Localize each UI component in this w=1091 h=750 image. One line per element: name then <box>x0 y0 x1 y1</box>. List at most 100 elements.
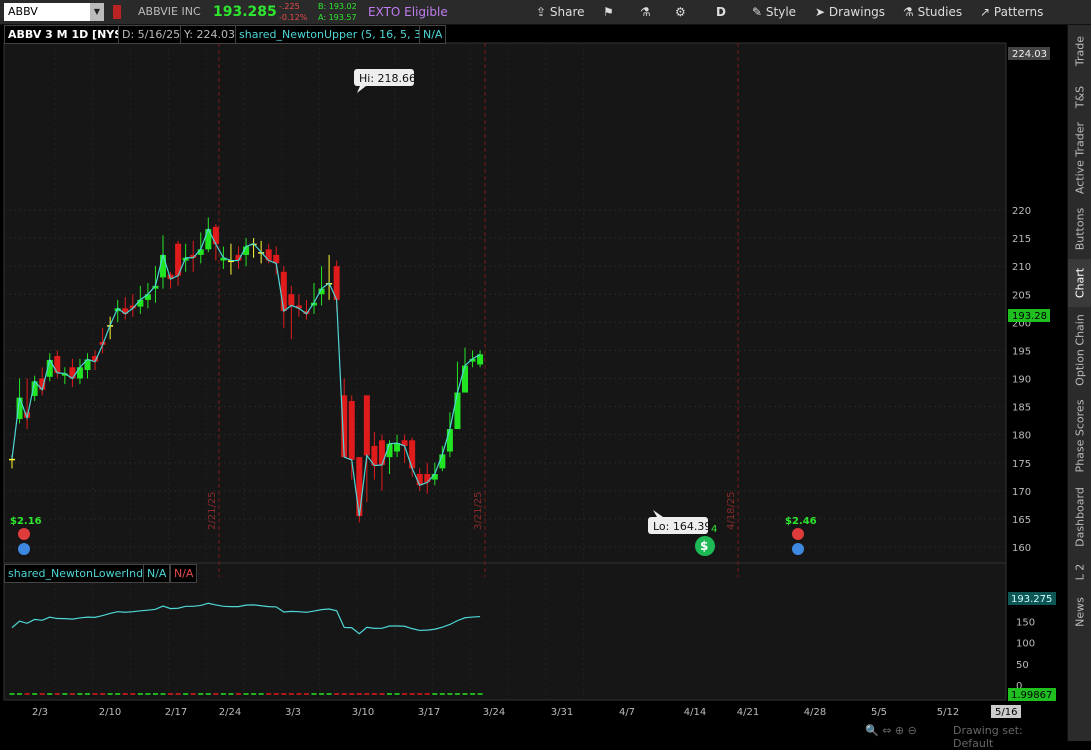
price-tick: 210 <box>1012 262 1031 273</box>
date-axis: 2/3 2/10 2/17 2/24 3/3 3/10 3/17 3/24 3/31 4/7 4/1… <box>32 707 959 718</box>
nav-option-chain[interactable]: Option Chain <box>1068 307 1091 393</box>
event-line-label: 4/18/25 <box>726 491 737 530</box>
current-date-label: 5/16 <box>995 707 1017 718</box>
date-tick: 4/14 <box>684 707 706 718</box>
date-tick: 2/24 <box>219 707 241 718</box>
ask-value: A: 193.57 <box>318 13 357 22</box>
candle-body <box>424 473 431 483</box>
cursor-icon: ➤ <box>815 5 826 19</box>
lower-bottom-label: 1.99867 <box>1011 690 1052 701</box>
price-tick: 175 <box>1012 459 1031 470</box>
price-tick: 185 <box>1012 403 1031 414</box>
nav-trade[interactable]: Trade <box>1068 25 1091 77</box>
nav-ts[interactable]: T&S <box>1068 77 1091 117</box>
flag-icon[interactable]: ⚑ <box>603 0 614 24</box>
upper-study-value: N/A <box>419 25 447 44</box>
exto-eligible[interactable]: EXTO Eligible <box>368 0 448 24</box>
dividend-right-icon[interactable] <box>792 528 804 540</box>
price-tick: 190 <box>1012 375 1031 386</box>
candle-body <box>378 440 385 465</box>
earnings-left-icon[interactable] <box>18 543 30 555</box>
nav-active-trader[interactable]: Active Trader <box>1068 117 1091 199</box>
lower-tick: 50 <box>1016 660 1029 671</box>
drawings-label: Drawings <box>828 5 886 19</box>
date-tick: 2/10 <box>99 707 121 718</box>
date-tick: 3/10 <box>352 707 374 718</box>
drawings-button[interactable]: ➤ Drawings <box>815 0 885 24</box>
date-tick: 3/3 <box>285 707 301 718</box>
price-tick: 195 <box>1012 346 1031 357</box>
right-sidebar: Trade T&S Active Trader Buttons Chart Op… <box>1067 25 1091 741</box>
date-readout: D: 5/16/25 <box>118 25 185 44</box>
nav-buttons[interactable]: Buttons <box>1068 199 1091 259</box>
share-button[interactable]: ⇪ Share <box>536 0 585 24</box>
price-tick: 215 <box>1012 234 1031 245</box>
candle-body <box>9 458 15 461</box>
date-tick: 2/3 <box>32 707 48 718</box>
style-icon: ✎ <box>752 5 763 19</box>
nav-dashboard[interactable]: Dashboard <box>1068 479 1091 555</box>
change-value: -.225 <box>279 2 300 11</box>
symbol-input[interactable]: ABBV ▼ <box>4 3 104 21</box>
candle-body <box>280 271 287 312</box>
nav-chart[interactable]: Chart <box>1068 259 1091 307</box>
bottom-bar: 🔍 ⇔ ⊕ ⊖ Drawing set: Default <box>0 722 1066 750</box>
price-tick: 170 <box>1012 487 1031 498</box>
lower-tick: 150 <box>1016 617 1035 628</box>
nav-news[interactable]: News <box>1068 589 1091 635</box>
earnings-right-icon[interactable] <box>792 543 804 555</box>
price-tick: 205 <box>1012 290 1031 301</box>
dividend-left: $2.16 <box>10 516 42 527</box>
date-tick: 2/17 <box>165 707 187 718</box>
candle-body <box>160 254 166 278</box>
chart-area[interactable]: 2/21/25 3/21/25 4/18/25 220 215 210 205 200 195… <box>0 25 1066 741</box>
bid-value: B: 193.02 <box>318 2 357 11</box>
date-tick: 4/28 <box>804 707 826 718</box>
hi-label: Hi: 218.66 <box>359 72 416 85</box>
symbol-dropdown-icon[interactable]: ▼ <box>90 3 104 21</box>
company-name: ABBVIE INC <box>138 5 201 18</box>
lower-panel-background <box>3 562 1007 701</box>
y-readout: Y: 224.03 <box>180 25 239 44</box>
aggregation-button[interactable]: D <box>716 0 726 24</box>
top-price-label: 224.03 <box>1012 49 1047 60</box>
date-tick: 4/7 <box>619 707 635 718</box>
dividend-left-icon[interactable] <box>18 528 30 540</box>
chart-canvas[interactable]: 2/21/25 3/21/25 4/18/25 220215210205200195… <box>0 25 1066 741</box>
candle-body <box>212 226 219 245</box>
nav-l2[interactable]: L 2 <box>1068 555 1091 589</box>
lo-label: Lo: 164.39 <box>653 520 711 533</box>
date-tick: 3/31 <box>551 707 573 718</box>
share-label: Share <box>549 5 585 19</box>
nav-phase-scores[interactable]: Phase Scores <box>1068 393 1091 479</box>
gear-icon[interactable]: ⚙ <box>675 0 686 24</box>
lower-axis: 150100500 <box>1016 617 1035 692</box>
lower-tick: 100 <box>1016 639 1035 650</box>
drawing-set-label[interactable]: Drawing set: Default <box>953 724 1066 750</box>
candle-body <box>462 365 468 393</box>
alert-flag-icon[interactable] <box>113 5 121 19</box>
style-button[interactable]: ✎ Style <box>752 0 796 24</box>
upper-panel-background <box>3 42 1007 578</box>
patterns-button[interactable]: ↗ Patterns <box>980 0 1043 24</box>
lower-last-label: 193.275 <box>1011 594 1052 605</box>
candle-body <box>454 392 461 430</box>
event-line-label: 3/21/25 <box>473 491 484 530</box>
patterns-label: Patterns <box>993 5 1044 19</box>
style-label: Style <box>765 5 797 19</box>
candle-body <box>348 400 355 460</box>
studies-button[interactable]: ⚗ Studies <box>903 0 962 24</box>
studies-flask-icon: ⚗ <box>903 5 914 19</box>
lower-study-value-2: N/A <box>170 564 198 583</box>
dividend-right: $2.46 <box>785 516 817 527</box>
lower-study-label[interactable]: shared_NewtonLowerInd <box>4 564 148 583</box>
price-tick: 220 <box>1012 206 1031 217</box>
candle-body <box>356 457 363 517</box>
zoom-icons[interactable]: 🔍 ⇔ ⊕ ⊖ <box>865 724 917 737</box>
date-tick: 5/12 <box>937 707 959 718</box>
patterns-icon: ↗ <box>980 5 991 19</box>
price-tick: 180 <box>1012 431 1031 442</box>
candle-body <box>288 294 295 306</box>
flask-icon[interactable]: ⚗ <box>640 0 651 24</box>
upper-study-label[interactable]: shared_NewtonUpper (5, 16, 5, 30) <box>235 25 437 44</box>
